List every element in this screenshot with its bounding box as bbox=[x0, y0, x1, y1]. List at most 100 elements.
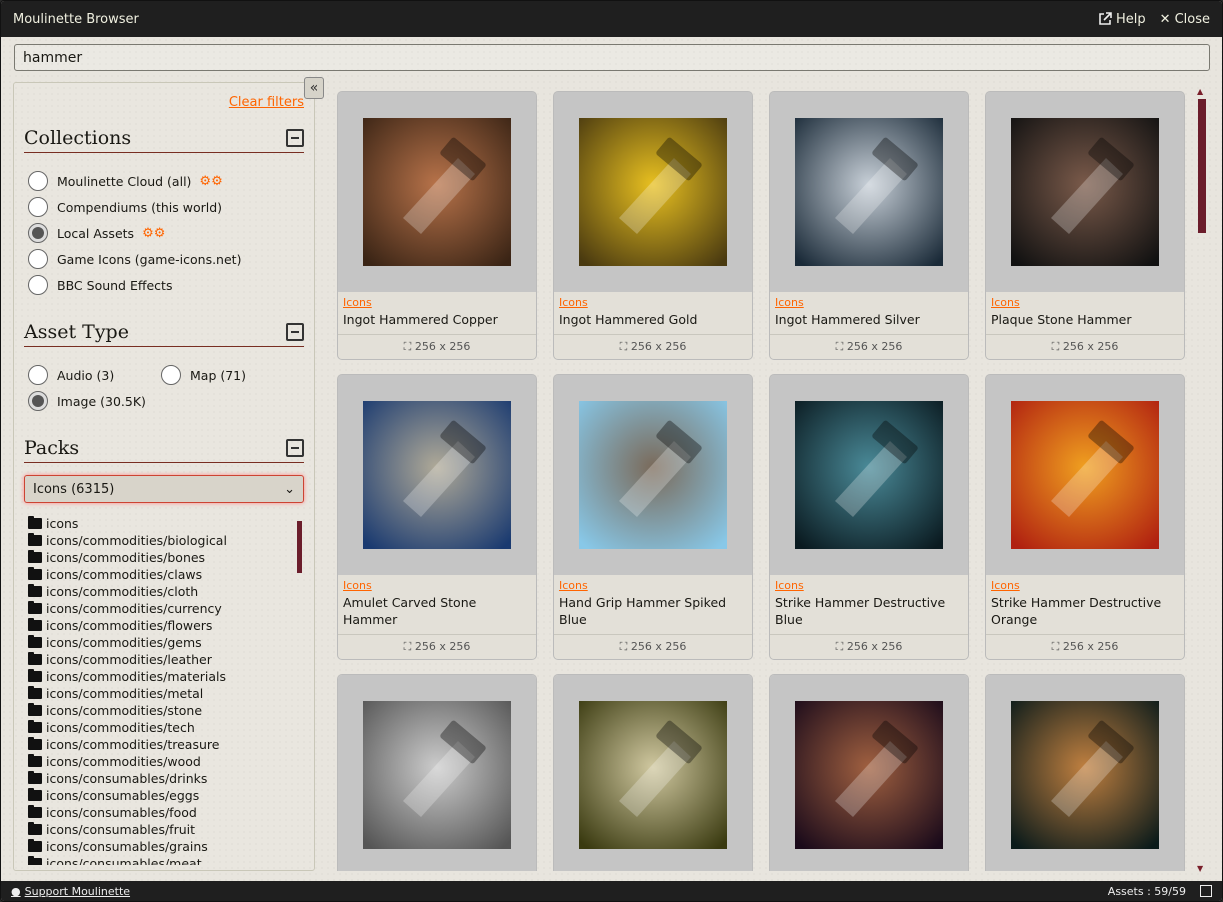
asset-thumbnail[interactable] bbox=[986, 375, 1184, 575]
help-button[interactable]: Help bbox=[1098, 12, 1146, 27]
amulet-hammer-icon bbox=[363, 401, 511, 549]
asset-card[interactable] bbox=[553, 674, 753, 871]
asset-pack-link[interactable]: Icons bbox=[991, 579, 1179, 594]
strike-hammer-orange-icon bbox=[1011, 401, 1159, 549]
asset-pack-link[interactable]: Icons bbox=[559, 296, 747, 311]
collection-option[interactable]: Compendiums (this world) bbox=[28, 197, 222, 217]
radio-button[interactable] bbox=[28, 275, 48, 295]
asset-name: Ingot Hammered Gold bbox=[559, 312, 698, 327]
folder-item[interactable]: icons bbox=[28, 515, 300, 532]
folder-item[interactable]: icons/commodities/treasure bbox=[28, 736, 300, 753]
folder-icon bbox=[28, 669, 42, 682]
asset-thumbnail[interactable] bbox=[554, 92, 752, 292]
asset-type-option[interactable]: Audio (3) bbox=[28, 365, 114, 385]
asset-thumbnail[interactable] bbox=[986, 92, 1184, 292]
asset-card[interactable] bbox=[337, 674, 537, 871]
pack-select[interactable]: Icons (6315) ⌄ bbox=[24, 475, 304, 503]
asset-card[interactable]: Icons Ingot Hammered Copper ⛶ 256 x 256 bbox=[337, 91, 537, 360]
asset-pack-link[interactable]: Icons bbox=[343, 296, 531, 311]
folder-item[interactable]: icons/commodities/tech bbox=[28, 719, 300, 736]
asset-card[interactable]: Icons Strike Hammer Destructive Blue ⛶ 256… bbox=[769, 374, 969, 660]
asset-thumbnail[interactable] bbox=[554, 375, 752, 575]
scroll-down-icon[interactable]: ▼ bbox=[1197, 864, 1203, 873]
folder-item[interactable]: icons/commodities/flowers bbox=[28, 617, 300, 634]
dimensions-icon: ⛶ bbox=[403, 340, 415, 353]
asset-thumbnail[interactable] bbox=[338, 675, 536, 871]
folder-item[interactable]: icons/consumables/meat bbox=[28, 855, 300, 865]
collection-label: BBC Sound Effects bbox=[57, 277, 173, 293]
folder-item[interactable]: icons/commodities/leather bbox=[28, 651, 300, 668]
asset-thumbnail[interactable] bbox=[338, 92, 536, 292]
clear-filters-link[interactable]: Clear filters bbox=[229, 95, 304, 110]
asset-pack-link[interactable]: Icons bbox=[775, 579, 963, 594]
folder-item[interactable]: icons/consumables/drinks bbox=[28, 770, 300, 787]
asset-card[interactable] bbox=[985, 674, 1185, 871]
dims-value: 256 x 256 bbox=[630, 640, 687, 653]
asset-thumbnail[interactable] bbox=[338, 375, 536, 575]
folder-scroll-thumb[interactable] bbox=[297, 521, 302, 573]
radio-button[interactable] bbox=[28, 249, 48, 269]
folder-item[interactable]: icons/commodities/biological bbox=[28, 532, 300, 549]
folder-item[interactable]: icons/commodities/currency bbox=[28, 600, 300, 617]
radio-button[interactable] bbox=[28, 223, 48, 243]
asset-thumbnail[interactable] bbox=[770, 675, 968, 871]
asset-thumbnail[interactable] bbox=[770, 92, 968, 292]
folder-item[interactable]: icons/commodities/metal bbox=[28, 685, 300, 702]
asset-card[interactable] bbox=[769, 674, 969, 871]
folder-icon bbox=[28, 533, 42, 546]
support-link[interactable]: ● Support Moulinette bbox=[11, 885, 1108, 898]
folder-item[interactable]: icons/consumables/eggs bbox=[28, 787, 300, 804]
asset-card[interactable]: Icons Hand Grip Hammer Spiked Blue ⛶ 256 x… bbox=[553, 374, 753, 660]
asset-thumbnail[interactable] bbox=[554, 675, 752, 871]
spiked-hammer-icon bbox=[579, 401, 727, 549]
folder-item[interactable]: icons/commodities/cloth bbox=[28, 583, 300, 600]
asset-pack-link[interactable]: Icons bbox=[775, 296, 963, 311]
gears-icon[interactable]: ⚙⚙ bbox=[142, 226, 165, 241]
asset-type-collapse-icon[interactable] bbox=[286, 323, 304, 341]
collections-collapse-icon[interactable] bbox=[286, 129, 304, 147]
folder-item[interactable]: icons/consumables/food bbox=[28, 804, 300, 821]
folder-item[interactable]: icons/commodities/wood bbox=[28, 753, 300, 770]
scroll-up-icon[interactable]: ▲ bbox=[1197, 87, 1203, 96]
asset-pack-link[interactable]: Icons bbox=[559, 579, 747, 594]
folder-scrollbar[interactable] bbox=[297, 513, 302, 863]
collection-option[interactable]: Local Assets ⚙⚙ bbox=[28, 223, 165, 243]
grid-scrollbar[interactable]: ▲ ▼ bbox=[1196, 87, 1208, 873]
folder-item[interactable]: icons/consumables/grains bbox=[28, 838, 300, 855]
collection-option[interactable]: BBC Sound Effects bbox=[28, 275, 172, 295]
folder-item[interactable]: icons/commodities/gems bbox=[28, 634, 300, 651]
grid-scroll-thumb[interactable] bbox=[1198, 99, 1206, 233]
asset-name: Amulet Carved Stone Hammer bbox=[343, 595, 477, 627]
radio-button[interactable] bbox=[161, 365, 181, 385]
asset-pack-link[interactable]: Icons bbox=[991, 296, 1179, 311]
asset-type-option[interactable]: Map (71) bbox=[161, 365, 246, 385]
asset-card[interactable]: Icons Strike Hammer Destructive Orange ⛶ 2… bbox=[985, 374, 1185, 660]
asset-thumbnail[interactable] bbox=[986, 675, 1184, 871]
collapse-sidebar-button[interactable]: « bbox=[304, 77, 324, 99]
asset-card[interactable]: Icons Ingot Hammered Gold ⛶ 256 x 256 bbox=[553, 91, 753, 360]
gears-icon[interactable]: ⚙⚙ bbox=[199, 174, 222, 189]
radio-button[interactable] bbox=[28, 391, 48, 411]
packs-collapse-icon[interactable] bbox=[286, 439, 304, 457]
radio-button[interactable] bbox=[28, 365, 48, 385]
folder-item[interactable]: icons/commodities/claws bbox=[28, 566, 300, 583]
asset-card[interactable]: Icons Ingot Hammered Silver ⛶ 256 x 256 bbox=[769, 91, 969, 360]
search-input[interactable] bbox=[14, 44, 1210, 71]
asset-type-option[interactable]: Image (30.5K) bbox=[28, 391, 146, 411]
asset-card[interactable]: Icons Amulet Carved Stone Hammer ⛶ 256 x 2… bbox=[337, 374, 537, 660]
asset-card[interactable]: Icons Plaque Stone Hammer ⛶ 256 x 256 bbox=[985, 91, 1185, 360]
folder-item[interactable]: icons/commodities/materials bbox=[28, 668, 300, 685]
asset-thumbnail[interactable] bbox=[770, 375, 968, 575]
asset-pack-link[interactable]: Icons bbox=[343, 579, 531, 594]
collection-option[interactable]: Game Icons (game-icons.net) bbox=[28, 249, 241, 269]
folder-item[interactable]: icons/consumables/fruit bbox=[28, 821, 300, 838]
folder-item[interactable]: icons/commodities/stone bbox=[28, 702, 300, 719]
radio-button[interactable] bbox=[28, 197, 48, 217]
close-button[interactable]: ✕ Close bbox=[1160, 12, 1210, 27]
collection-option[interactable]: Moulinette Cloud (all) ⚙⚙ bbox=[28, 171, 223, 191]
resize-icon[interactable] bbox=[1200, 885, 1212, 897]
collection-label: Moulinette Cloud (all) bbox=[57, 173, 192, 189]
folder-item[interactable]: icons/commodities/bones bbox=[28, 549, 300, 566]
radio-button[interactable] bbox=[28, 171, 48, 191]
gold-ingot-icon bbox=[579, 118, 727, 266]
